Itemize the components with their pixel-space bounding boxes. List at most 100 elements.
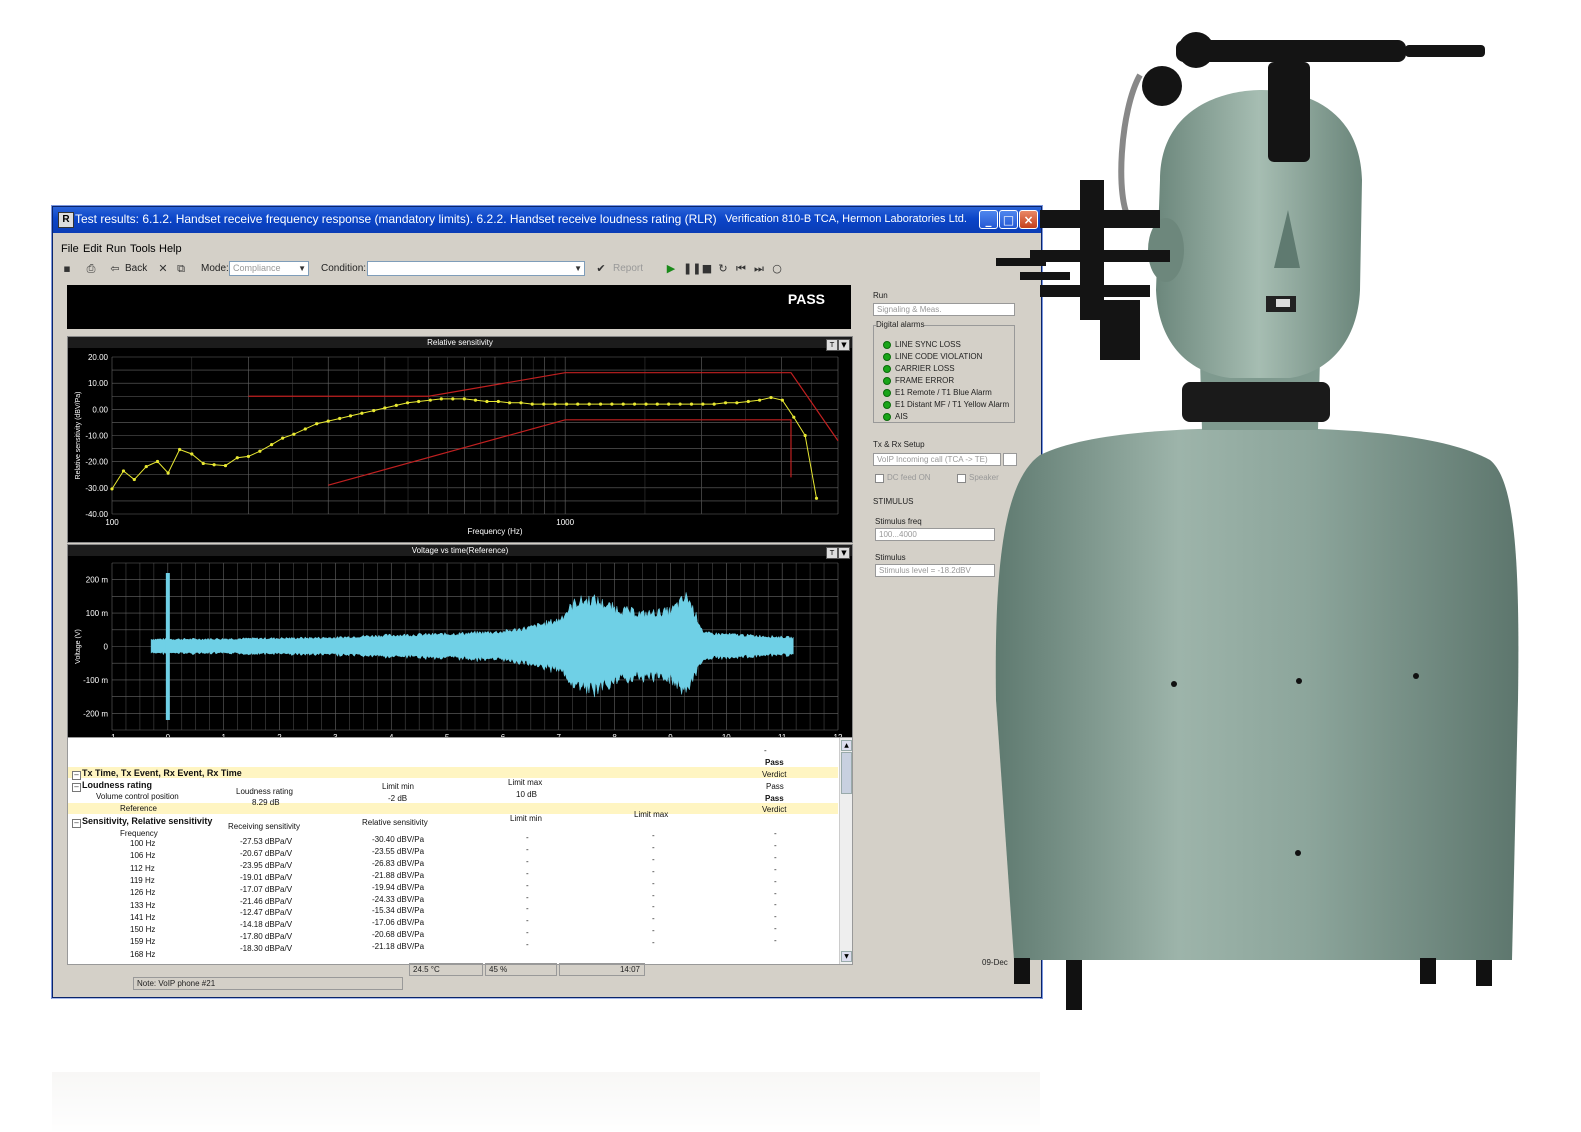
data-point	[746, 399, 750, 404]
export-icon[interactable]: ⧉	[175, 263, 187, 275]
record-icon[interactable]: ○	[771, 263, 783, 275]
mode-label: Mode:	[201, 263, 229, 274]
data-point	[598, 402, 603, 406]
run-label: Run	[873, 291, 888, 300]
data-point	[519, 401, 523, 405]
y-axis-label: Voltage (V)	[75, 629, 82, 664]
verdict-value: Pass	[766, 782, 784, 791]
minimize-icon[interactable]: _	[979, 210, 998, 229]
data-point	[292, 432, 296, 436]
menu-help[interactable]: Help	[159, 243, 182, 255]
verdict-cell: -	[774, 924, 777, 934]
stimulus-field[interactable]: Stimulus level = -18.2dBV	[875, 564, 995, 577]
verdict-cell: -	[774, 900, 777, 910]
data-point	[542, 402, 546, 406]
back-arrow-icon[interactable]: ⇦	[109, 263, 121, 275]
collapse-icon[interactable]: −	[72, 819, 81, 828]
verdict-banner: PASS	[67, 285, 851, 329]
foot	[1420, 958, 1436, 984]
mouth	[1266, 296, 1296, 312]
alarm-label: AIS	[895, 412, 908, 421]
section-title: Loudness rating	[82, 780, 153, 790]
mode-select[interactable]: Compliance ▼	[229, 261, 309, 276]
receiving-sensitivity-cell: -23.95 dBPa/V	[240, 860, 293, 870]
scroll-thumb[interactable]	[841, 752, 852, 794]
run-select[interactable]: Signaling & Meas.	[873, 303, 1015, 316]
status-led-icon	[883, 377, 891, 385]
chevron-down-icon[interactable]: ▼	[841, 951, 852, 962]
limit-max-cell: -	[652, 926, 655, 936]
speaker-checkbox[interactable]	[957, 474, 966, 483]
stimulus-label: Stimulus	[875, 553, 906, 562]
play-icon[interactable]: ▶	[665, 263, 677, 275]
data-point	[178, 447, 182, 452]
menu-run[interactable]: Run	[106, 243, 126, 255]
data-point	[166, 471, 170, 475]
data-point	[632, 402, 637, 406]
title-bar[interactable]: R Test results: 6.1.2. Handset receive f…	[53, 207, 1041, 233]
y-tick-label: -30.00	[85, 484, 108, 493]
relative-sensitivity-cell: -21.88 dBV/Pa	[372, 870, 425, 880]
relative-sensitivity-cell: -21.18 dBV/Pa	[372, 942, 425, 952]
limit-max-cell: -	[652, 890, 655, 900]
collapse-icon[interactable]: −	[72, 783, 81, 792]
rewind-icon[interactable]: ⏮	[735, 263, 747, 275]
maximize-icon[interactable]: □	[999, 210, 1018, 229]
data-point	[132, 477, 136, 482]
data-point	[644, 402, 648, 406]
stimulus-freq-value: 100...4000	[879, 530, 917, 539]
check-icon[interactable]: ✔	[595, 263, 607, 275]
data-point	[269, 443, 274, 447]
data-point	[792, 415, 796, 419]
data-point	[587, 402, 591, 406]
report-button[interactable]: Report	[613, 263, 643, 274]
save-icon[interactable]: ▪	[61, 263, 73, 275]
condition-select[interactable]: ▼	[367, 261, 585, 276]
txrx-field[interactable]: VoIP Incoming call (TCA -> TE)	[873, 453, 1001, 466]
back-button[interactable]: Back	[125, 263, 147, 274]
dc-feed-label: DC feed ON	[887, 473, 931, 482]
data-point	[758, 398, 762, 402]
waveform-spike	[165, 573, 170, 720]
delete-icon[interactable]: ✕	[157, 263, 169, 275]
neck	[1200, 360, 1320, 430]
collapse-icon[interactable]: −	[72, 771, 81, 780]
receiving-sensitivity-cell: -14.18 dBPa/V	[240, 920, 293, 930]
status-date: 09-Dec	[982, 958, 1008, 967]
status-time: 14:07	[559, 963, 645, 976]
limit-min-cell: -	[526, 844, 529, 854]
menu-edit[interactable]: Edit	[83, 243, 102, 255]
y-tick-label: -200 m	[83, 709, 108, 718]
pause-icon[interactable]: ❚❚	[683, 263, 701, 275]
stimulus-freq-field[interactable]: 100...4000	[875, 528, 995, 541]
foot	[1066, 960, 1082, 1010]
chevron-up-icon[interactable]: ▲	[841, 740, 852, 751]
data-point	[360, 411, 364, 415]
sensitivity-plot: 20.0010.000.00-10.00-20.00-30.00-40.0010…	[75, 353, 839, 536]
print-icon[interactable]: ⎙	[85, 263, 97, 275]
mouth-simulator	[1276, 299, 1290, 307]
fast-forward-icon[interactable]: ⏭	[753, 263, 765, 275]
txrx-browse-button[interactable]	[1003, 453, 1017, 466]
menu-file[interactable]: File	[61, 243, 79, 255]
data-point	[155, 459, 160, 464]
dc-feed-checkbox[interactable]	[875, 474, 884, 483]
y-tick-label: -10.00	[85, 432, 108, 441]
verdict-cell: -	[774, 888, 777, 898]
limit-min-cell: -	[526, 856, 529, 866]
menu-tools[interactable]: Tools	[130, 243, 156, 255]
limit-min-cell: -	[526, 904, 529, 914]
limit-min-cell: -	[526, 928, 529, 938]
alarm-label: LINE SYNC LOSS	[895, 340, 961, 349]
condition-label: Condition:	[321, 263, 367, 274]
frequency-cell: 119 Hz	[130, 875, 155, 885]
status-led-icon	[883, 401, 891, 409]
waveform	[150, 592, 794, 698]
limit-max-header: Limit max	[508, 778, 543, 787]
close-icon[interactable]: ×	[1019, 210, 1038, 229]
stop-icon[interactable]: ■	[701, 263, 713, 275]
loop-icon[interactable]: ↻	[717, 263, 729, 275]
data-point	[735, 401, 739, 405]
scrollbar[interactable]: ▲ ▼	[839, 738, 852, 964]
receiving-sensitivity-cell: -17.07 dBPa/V	[240, 884, 293, 894]
